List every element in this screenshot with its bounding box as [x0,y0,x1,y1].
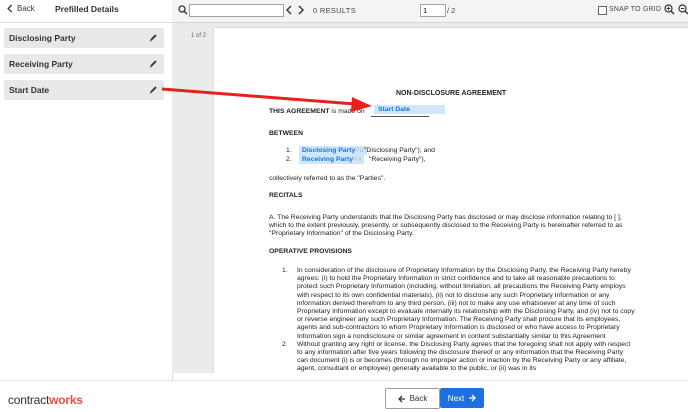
field-item-label: Receiving Party [9,59,73,69]
receiving-party-field[interactable]: Receiving PartyPa [299,155,365,164]
next-button-label: Next [447,393,465,403]
zoom-in-icon[interactable] [664,4,675,15]
collectively-text: collectively referred to as the "Parties… [269,175,386,182]
operative-item: 1. In consideration of the disclosure of… [282,267,635,341]
logo-text: contract [8,393,50,407]
prefilled-details-panel: Back Prefilled Details Disclosing Party … [0,0,173,380]
agreement-intro: THIS AGREEMENT is made on [269,108,365,116]
search-icon [178,5,188,15]
list-number: 2. [286,156,292,163]
snap-to-grid-label: SNAP TO GRID [609,6,662,13]
page-indicator: 1 of 2 [191,33,207,39]
pencil-icon[interactable] [149,33,158,42]
page-total: / 2 [447,6,456,15]
chevron-left-icon[interactable] [284,4,294,16]
field-label: Disclosing Party [302,147,356,154]
disclosing-party-field[interactable]: Disclosing PartyPa [299,146,367,155]
field-item-label: Disclosing Party [9,33,76,43]
panel-back-link[interactable]: Back [6,4,35,13]
between-heading: BETWEEN [269,130,303,137]
document-viewer[interactable]: 1 of 2 NON-DISCLOSURE AGREEMENT THIS AGR… [172,23,688,373]
logo-text-accent: works [49,393,83,407]
panel-title: Prefilled Details [55,4,119,14]
operative-list: 1. In consideration of the disclosure of… [282,267,635,373]
snap-to-grid-checkbox[interactable] [598,6,607,15]
operative-text: Without granting any right or license, t… [297,340,631,373]
document-page: NON-DISCLOSURE AGREEMENT THIS AGREEMENT … [214,28,688,373]
pencil-icon[interactable] [149,85,158,94]
page-number-input[interactable] [420,4,446,17]
party-2-suffix: "Receiving Party"), [369,156,426,163]
field-item-disclosing-party[interactable]: Disclosing Party [4,28,164,48]
operative-text: In consideration of the disclosure of Pr… [297,267,635,340]
arrow-right-icon [469,394,477,402]
operative-item: 2. Without granting any right or license… [282,341,635,373]
footer-bar: contractworks Back Next [0,380,688,412]
search-input[interactable] [189,4,284,17]
viewer-toolbar: 0 RESULTS / 2 SNAP TO GRID [172,0,688,23]
contractworks-logo: contractworks [8,393,83,407]
panel-header: Back Prefilled Details [0,0,172,23]
panel-back-label: Back [17,4,35,13]
field-item-receiving-party[interactable]: Receiving Party [4,54,164,74]
list-number: 1. [286,147,292,154]
field-ghost-text: Pa [353,156,362,163]
field-item-start-date[interactable]: Start Date [4,80,164,100]
date-underline [371,116,429,117]
party-1-suffix: "Disclosing Party"); and [364,147,435,154]
back-button-label: Back [409,394,428,403]
arrow-left-icon [397,395,405,402]
operative-heading: OPERATIVE PROVISIONS [269,248,352,255]
agreement-intro-text: is made on [329,108,365,115]
recital-a: A. The Receiving Party understands that … [269,214,623,238]
next-button[interactable]: Next [440,388,484,408]
start-date-field[interactable]: Start Date [374,105,445,114]
field-item-label: Start Date [9,85,50,95]
chevron-right-icon[interactable] [296,4,306,16]
back-button[interactable]: Back [385,388,440,409]
pencil-icon[interactable] [149,59,158,68]
zoom-out-icon[interactable] [678,4,688,15]
document-title: NON-DISCLOSURE AGREEMENT [396,90,507,97]
field-ghost-text: Pa [355,147,364,154]
recitals-heading: RECITALS [269,192,303,199]
list-number: 1. [282,267,288,274]
agreement-intro-bold: THIS AGREEMENT [269,108,330,115]
field-label: Receiving Party [302,156,353,163]
search-results-count: 0 RESULTS [313,6,356,15]
list-number: 2. [282,340,288,348]
chevron-left-icon [7,4,13,13]
